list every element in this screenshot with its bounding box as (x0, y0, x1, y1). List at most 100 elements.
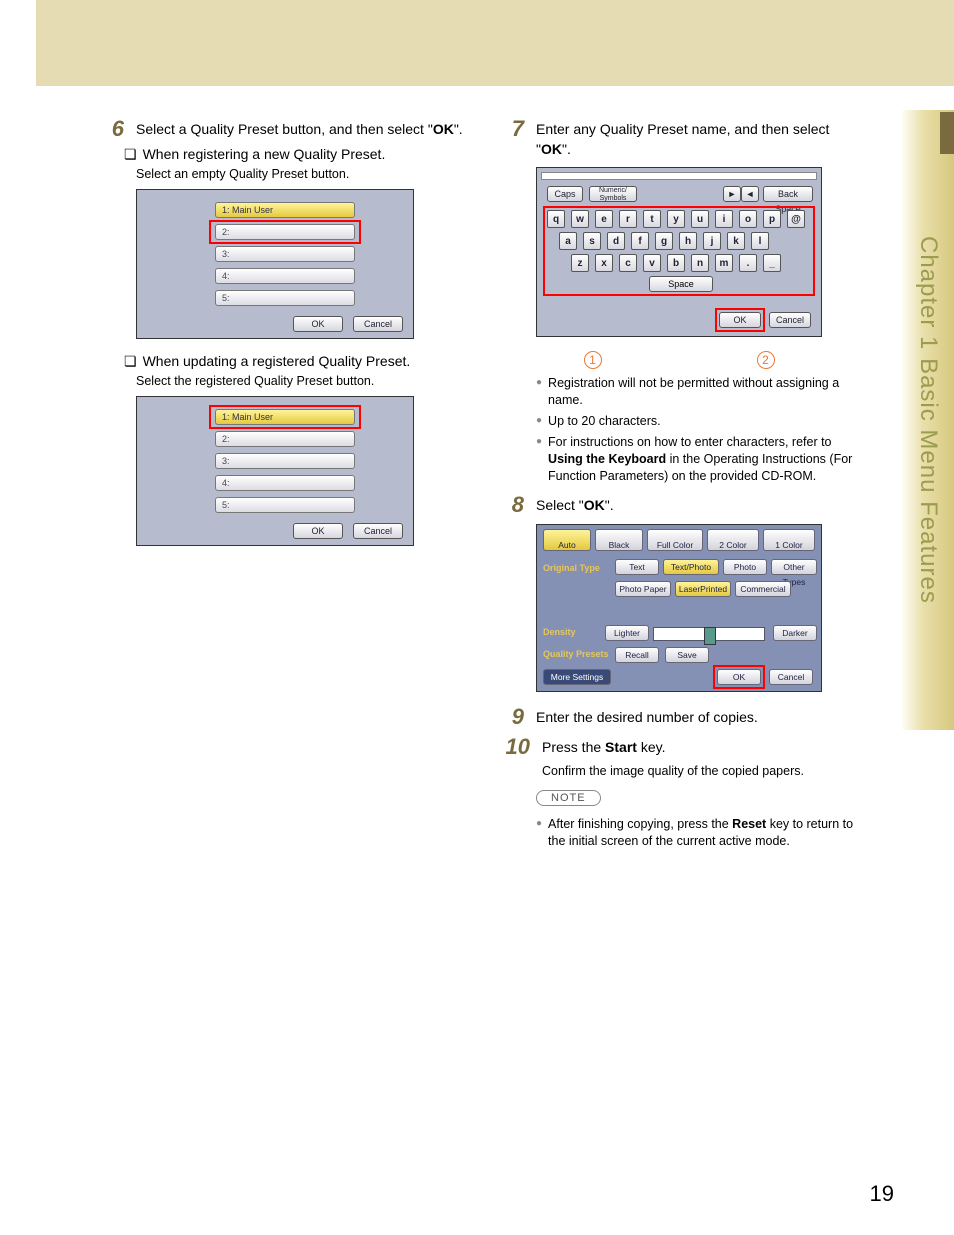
label-quality-presets: Quality Presets (543, 649, 609, 659)
screenshot-preset-list-registered: 1: Main User 2: 3: 4: 5: OK Cancel (136, 396, 414, 546)
key-n[interactable]: n (691, 254, 709, 272)
step-7: 7 Enter any Quality Preset name, and the… (496, 118, 866, 159)
note-label: NOTE (536, 790, 601, 806)
cancel-button[interactable]: Cancel (353, 523, 403, 539)
tab-photo[interactable]: Photo (723, 559, 767, 575)
sub-register: ❏ When registering a new Quality Preset. (124, 146, 466, 163)
tab-other-types[interactable]: Other Types (771, 559, 817, 575)
note-text: Registration will not be permitted witho… (548, 375, 866, 409)
more-settings-button[interactable]: More Settings (543, 669, 611, 685)
key-i[interactable]: i (715, 210, 733, 228)
key-v[interactable]: v (643, 254, 661, 272)
checkbox-icon: ❏ (124, 353, 137, 370)
ok-button[interactable]: OK (293, 523, 343, 539)
preset-row-3[interactable]: 3: (215, 246, 355, 262)
preset-row-5[interactable]: 5: (215, 497, 355, 513)
screenshot-preset-list-empty: 1: Main User 2: 3: 4: 5: OK Cancel (136, 189, 414, 339)
recall-button[interactable]: Recall (615, 647, 659, 663)
key-y[interactable]: y (667, 210, 685, 228)
bullet-icon: ● (536, 816, 542, 850)
step-number: 8 (496, 494, 524, 516)
tab-auto[interactable]: Auto (543, 529, 591, 551)
density-slider[interactable] (653, 627, 765, 641)
tab-text-photo[interactable]: Text/Photo (663, 559, 719, 575)
left-column: 6 Select a Quality Preset button, and th… (96, 118, 466, 854)
darker-button[interactable]: Darker (773, 625, 817, 641)
preset-row-4[interactable]: 4: (215, 268, 355, 284)
key-a[interactable]: a (559, 232, 577, 250)
preset-row-2[interactable]: 2: (215, 431, 355, 447)
key-z[interactable]: z (571, 254, 589, 272)
chapter-side-tab: Chapter 1 Basic Menu Features (902, 110, 954, 730)
step-text: Select a Quality Preset button, and then… (136, 118, 466, 140)
note-text: After finishing copying, press the Reset… (548, 816, 866, 850)
screenshot-quality-settings: Auto Black Full Color 2 Color 1 Color Or… (536, 524, 822, 692)
preset-row-4[interactable]: 4: (215, 475, 355, 491)
key-r[interactable]: r (619, 210, 637, 228)
page-number: 19 (870, 1181, 894, 1207)
step-text: Press the Start key. (542, 736, 866, 758)
cancel-button[interactable]: Cancel (769, 669, 813, 685)
key-_[interactable]: _ (763, 254, 781, 272)
chapter-side-tab-text: Chapter 1 Basic Menu Features (914, 236, 942, 604)
arrow-left-button[interactable]: ◄ (741, 186, 759, 202)
bullet-icon: ● (536, 413, 542, 430)
key-f[interactable]: f (631, 232, 649, 250)
tab-commercial[interactable]: Commercial (735, 581, 791, 597)
key-j[interactable]: j (703, 232, 721, 250)
header-band (36, 0, 954, 86)
preset-row-1[interactable]: 1: Main User (215, 202, 355, 218)
numeric-symbols-button[interactable]: Numeric/ Symbols (589, 186, 637, 202)
key-q[interactable]: q (547, 210, 565, 228)
step-text: Enter any Quality Preset name, and then … (536, 118, 866, 159)
key-u[interactable]: u (691, 210, 709, 228)
tab-2-color[interactable]: 2 Color (707, 529, 759, 551)
key-s[interactable]: s (583, 232, 601, 250)
key-k[interactable]: k (727, 232, 745, 250)
key-t[interactable]: t (643, 210, 661, 228)
backspace-button[interactable]: Back Space (763, 186, 813, 202)
bullet-icon: ● (536, 375, 542, 409)
key-h[interactable]: h (679, 232, 697, 250)
save-button[interactable]: Save (665, 647, 709, 663)
key-x[interactable]: x (595, 254, 613, 272)
key-@[interactable]: @ (787, 210, 805, 228)
tab-laser-printed[interactable]: LaserPrinted (675, 581, 731, 597)
preset-row-5[interactable]: 5: (215, 290, 355, 306)
note-bullets: ●After finishing copying, press the Rese… (536, 816, 866, 850)
lighter-button[interactable]: Lighter (605, 625, 649, 641)
preset-row-3[interactable]: 3: (215, 453, 355, 469)
key-m[interactable]: m (715, 254, 733, 272)
note-text: Up to 20 characters. (548, 413, 661, 430)
arrow-right-button[interactable]: ► (723, 186, 741, 202)
highlight-red-box (209, 220, 361, 244)
ok-button[interactable]: OK (293, 316, 343, 332)
sub-update: ❏ When updating a registered Quality Pre… (124, 353, 466, 370)
label-original-type: Original Type (543, 563, 600, 573)
tab-full-color[interactable]: Full Color (647, 529, 703, 551)
key-l[interactable]: l (751, 232, 769, 250)
step-10: 10 Press the Start key. (496, 736, 866, 758)
caps-button[interactable]: Caps (547, 186, 583, 202)
tab-photo-paper[interactable]: Photo Paper (615, 581, 671, 597)
key-w[interactable]: w (571, 210, 589, 228)
cancel-button[interactable]: Cancel (769, 312, 811, 328)
step7-notes: ●Registration will not be permitted with… (536, 375, 866, 484)
key-g[interactable]: g (655, 232, 673, 250)
key-b[interactable]: b (667, 254, 685, 272)
tab-black[interactable]: Black (595, 529, 643, 551)
tab-1-color[interactable]: 1 Color (763, 529, 815, 551)
key-c[interactable]: c (619, 254, 637, 272)
cancel-button[interactable]: Cancel (353, 316, 403, 332)
step-9: 9 Enter the desired number of copies. (496, 706, 866, 728)
key-d[interactable]: d (607, 232, 625, 250)
marker-2: 2 (757, 351, 775, 369)
key-.[interactable]: . (739, 254, 757, 272)
key-e[interactable]: e (595, 210, 613, 228)
key-o[interactable]: o (739, 210, 757, 228)
note-text: For instructions on how to enter charact… (548, 434, 866, 485)
right-column: 7 Enter any Quality Preset name, and the… (496, 118, 866, 854)
text-input-bar[interactable] (541, 172, 817, 180)
key-p[interactable]: p (763, 210, 781, 228)
tab-text[interactable]: Text (615, 559, 659, 575)
